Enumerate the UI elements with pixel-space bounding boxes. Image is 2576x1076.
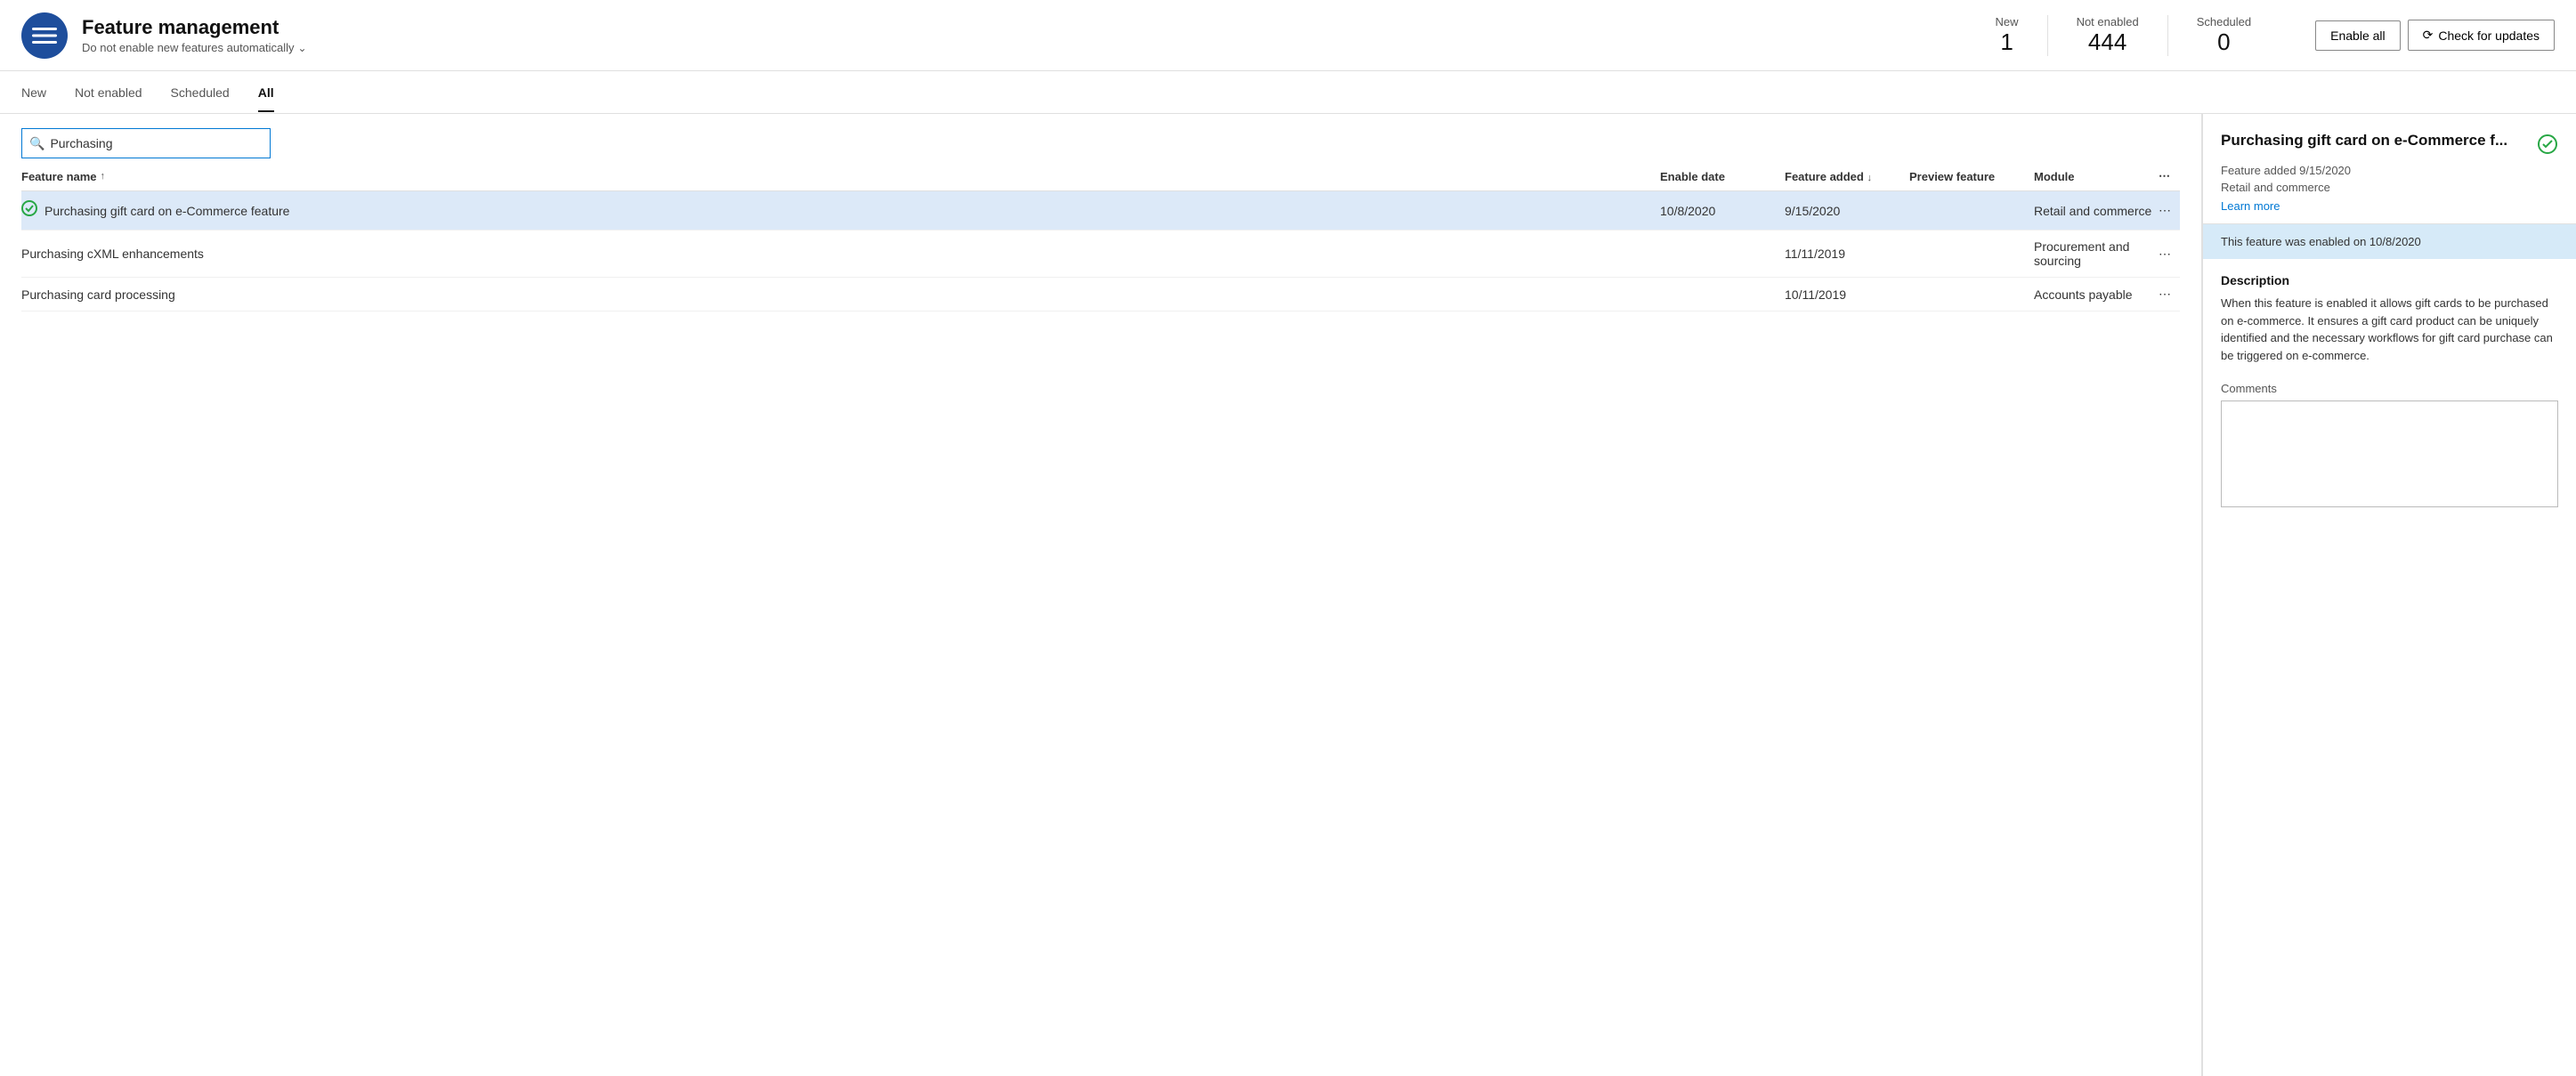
learn-more-link[interactable]: Learn more [2221, 199, 2280, 213]
enabled-check-icon [21, 200, 37, 221]
feature-added-1: 9/15/2020 [1785, 204, 1909, 218]
enabled-banner: This feature was enabled on 10/8/2020 [2203, 224, 2576, 259]
subtitle-text: Do not enable new features automatically [82, 41, 294, 54]
search-bar: 🔍 [0, 114, 2201, 158]
stat-scheduled-label: Scheduled [2197, 15, 2251, 28]
app-header: Feature management Do not enable new fea… [0, 0, 2576, 71]
col-module-header: Module [2034, 170, 2159, 183]
detail-title: Purchasing gift card on e-Commerce f... [2221, 132, 2530, 150]
col-feature-added-header: Feature added ↓ [1785, 170, 1909, 183]
stat-scheduled-value: 0 [2197, 28, 2251, 56]
stat-new-label: New [1996, 15, 2019, 28]
detail-feature-added: Feature added 9/15/2020 [2221, 164, 2558, 177]
stat-new-value: 1 [1996, 28, 2019, 56]
feature-enabled-icon [2537, 133, 2558, 160]
tab-not-enabled[interactable]: Not enabled [75, 73, 142, 112]
header-actions: Enable all ⟳ Check for updates [2315, 20, 2555, 51]
stat-not-enabled-value: 444 [2077, 28, 2139, 56]
module-1: Retail and commerce [2034, 204, 2159, 218]
col-more-header: ⋯ [2159, 169, 2180, 183]
detail-header: Purchasing gift card on e-Commerce f... … [2203, 114, 2576, 224]
refresh-icon: ⟳ [2423, 28, 2434, 43]
more-3[interactable]: ⋯ [2159, 287, 2180, 302]
detail-module: Retail and commerce [2221, 181, 2558, 194]
detail-panel: Purchasing gift card on e-Commerce f... … [2202, 114, 2576, 1076]
tabs-bar: New Not enabled Scheduled All [0, 71, 2576, 114]
search-icon: 🔍 [29, 136, 45, 151]
detail-body: Description When this feature is enabled… [2203, 259, 2576, 524]
sort-asc-icon: ↑ [101, 171, 106, 182]
search-input[interactable] [50, 136, 263, 150]
stat-not-enabled: Not enabled 444 [2048, 15, 2168, 56]
feature-name-3: Purchasing card processing [21, 287, 175, 302]
table-row[interactable]: Purchasing gift card on e-Commerce featu… [21, 191, 2180, 231]
feature-name-2: Purchasing cXML enhancements [21, 247, 204, 261]
description-title: Description [2221, 273, 2558, 287]
app-logo [21, 12, 68, 59]
more-1[interactable]: ⋯ [2159, 203, 2180, 218]
col-feature-name[interactable]: Feature name ↑ [21, 170, 1660, 183]
check-updates-label: Check for updates [2438, 28, 2540, 43]
row-name-1: Purchasing gift card on e-Commerce featu… [21, 200, 1660, 221]
detail-description: When this feature is enabled it allows g… [2221, 295, 2558, 364]
page-subtitle[interactable]: Do not enable new features automatically… [82, 41, 1967, 54]
search-input-wrap[interactable]: 🔍 [21, 128, 271, 158]
menu-icon [32, 23, 57, 48]
stat-new: New 1 [1967, 15, 2048, 56]
col-enable-date-header: Enable date [1660, 170, 1785, 183]
enable-date-1: 10/8/2020 [1660, 204, 1785, 218]
detail-title-row: Purchasing gift card on e-Commerce f... [2221, 132, 2558, 160]
feature-list-panel: 🔍 Feature name ↑ Enable date Feature add… [0, 114, 2202, 1076]
page-title: Feature management [82, 16, 1967, 39]
more-2[interactable]: ⋯ [2159, 247, 2180, 262]
module-3: Accounts payable [2034, 287, 2159, 302]
comments-label: Comments [2221, 382, 2558, 395]
tab-all[interactable]: All [258, 73, 274, 112]
stat-scheduled: Scheduled 0 [2168, 15, 2280, 56]
feature-added-2: 11/11/2019 [1785, 247, 1909, 261]
enable-all-button[interactable]: Enable all [2315, 20, 2401, 51]
sort-desc-icon: ↓ [1867, 173, 1872, 183]
tab-new[interactable]: New [21, 73, 46, 112]
chevron-down-icon: ⌄ [297, 42, 306, 54]
comments-textarea[interactable] [2221, 400, 2558, 507]
feature-name-1: Purchasing gift card on e-Commerce featu… [45, 204, 289, 218]
title-block: Feature management Do not enable new fea… [82, 16, 1967, 54]
feature-added-3: 10/11/2019 [1785, 287, 1909, 302]
table-row[interactable]: Purchasing card processing 10/11/2019 Ac… [21, 278, 2180, 311]
col-preview-feature-header: Preview feature [1909, 170, 2034, 183]
row-name-3: Purchasing card processing [21, 287, 1660, 302]
stat-not-enabled-label: Not enabled [2077, 15, 2139, 28]
feature-table: Feature name ↑ Enable date Feature added… [0, 158, 2201, 1076]
stats-bar: New 1 Not enabled 444 Scheduled 0 [1967, 15, 2280, 56]
main-content: 🔍 Feature name ↑ Enable date Feature add… [0, 114, 2576, 1076]
module-2: Procurement and sourcing [2034, 239, 2159, 268]
table-row[interactable]: Purchasing cXML enhancements 11/11/2019 … [21, 231, 2180, 278]
row-name-2: Purchasing cXML enhancements [21, 247, 1660, 261]
table-header: Feature name ↑ Enable date Feature added… [21, 158, 2180, 191]
col-feature-name-label: Feature name [21, 170, 97, 183]
check-updates-button[interactable]: ⟳ Check for updates [2408, 20, 2555, 51]
tab-scheduled[interactable]: Scheduled [171, 73, 230, 112]
